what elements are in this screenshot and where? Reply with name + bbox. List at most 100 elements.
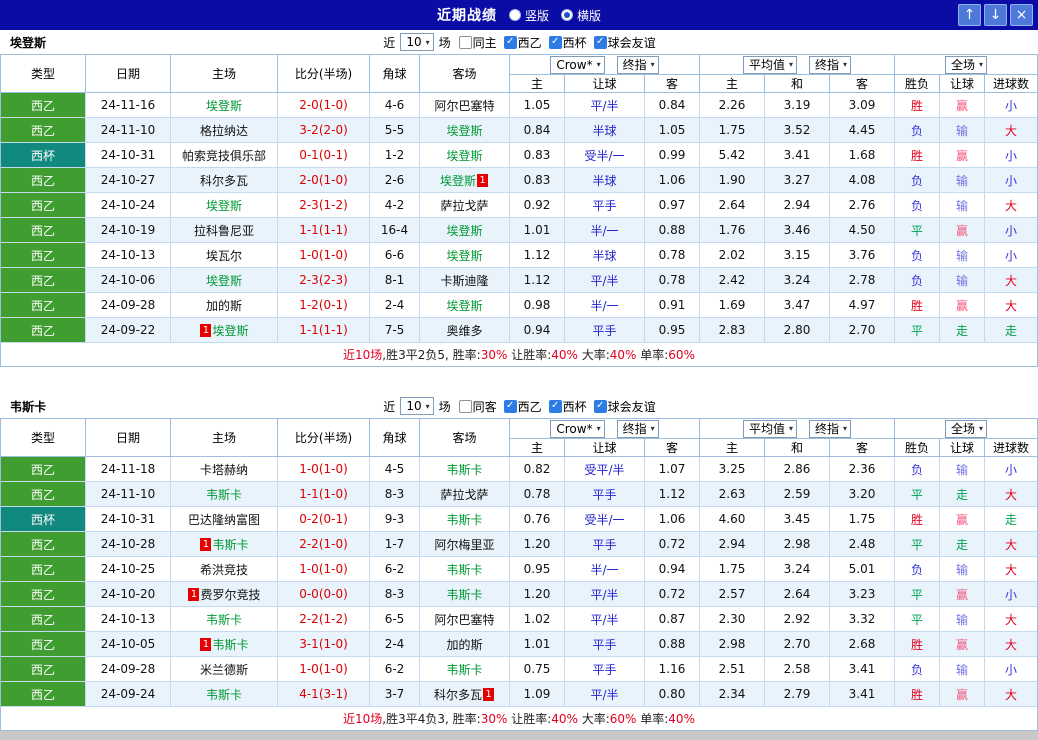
team-name-link[interactable]: 埃登斯	[206, 97, 242, 114]
team-name-link[interactable]: 格拉纳达	[200, 122, 248, 139]
league-filter-checkbox[interactable]: ✓	[503, 399, 517, 413]
league-filter-checkbox[interactable]: ✓	[503, 35, 517, 49]
team-name-link[interactable]: 韦斯卡	[206, 686, 242, 703]
team-name-link[interactable]: 米兰德斯	[200, 661, 248, 678]
team-name-link[interactable]: 韦斯卡	[446, 661, 482, 678]
team-name-link[interactable]: 拉科鲁尼亚	[194, 222, 254, 239]
league-filter-checkbox[interactable]: ✓	[593, 35, 607, 49]
subheader-euro-home: 主	[700, 439, 765, 457]
league-filter-checkbox[interactable]: ✓	[548, 399, 562, 413]
team-name-link[interactable]: 韦斯卡	[212, 536, 248, 553]
team-name-link[interactable]: 卡斯迪隆	[440, 272, 488, 289]
team-name-link[interactable]: 科尔多瓦	[434, 686, 482, 703]
team-name-link[interactable]: 科尔多瓦	[200, 172, 248, 189]
team-name-link[interactable]: 埃登斯	[446, 247, 482, 264]
team-name-link[interactable]: 韦斯卡	[446, 586, 482, 603]
summary-segment: 单率:	[636, 712, 669, 726]
match-date: 24-10-06	[86, 268, 171, 293]
asian-stage-select[interactable]: 终指 ▾	[616, 419, 659, 438]
layout-option-horizontal[interactable]: 横版	[561, 7, 601, 24]
euro-stage-select[interactable]: 终指 ▾	[809, 419, 852, 438]
asian-away-odds: 0.88	[645, 632, 700, 657]
scroll-up-button[interactable]: ↑	[958, 4, 981, 26]
team-name-link[interactable]: 韦斯卡	[446, 461, 482, 478]
team-name-link[interactable]: 韦斯卡	[206, 486, 242, 503]
result-wdl-result: 胜	[895, 507, 940, 532]
asian-away-odds: 0.72	[645, 582, 700, 607]
team-name-link[interactable]: 埃登斯	[446, 147, 482, 164]
team-name-link[interactable]: 韦斯卡	[212, 636, 248, 653]
euro-home-odds: 1.69	[700, 293, 765, 318]
team-name-link[interactable]: 萨拉戈萨	[440, 486, 488, 503]
euro-home-odds: 2.02	[700, 243, 765, 268]
team-name-link[interactable]: 埃登斯	[206, 272, 242, 289]
match-row: 西乙 24-11-10 格拉纳达 3-2(2-0) 5-5 埃登斯 0.84 半球 1.05 1.…	[1, 118, 1037, 143]
match-scope-select[interactable]: 全场 ▾	[944, 55, 988, 74]
team-name-link[interactable]: 阿尔梅里亚	[434, 536, 494, 553]
team-name-link[interactable]: 埃瓦尔	[206, 247, 242, 264]
team-name-link[interactable]: 埃登斯	[446, 297, 482, 314]
euro-stage-select[interactable]: 终指 ▾	[809, 55, 852, 74]
recent-count-select-value: 10	[406, 399, 422, 413]
away-team-cell: 萨拉戈萨	[420, 482, 510, 507]
recent-count-select[interactable]: 10 ▾	[400, 33, 434, 51]
close-button[interactable]: ×	[1010, 4, 1033, 26]
layout-option-vertical[interactable]: 竖版	[508, 7, 549, 24]
corner-count: 6-6	[370, 243, 420, 268]
venue-filter-checkbox[interactable]	[458, 399, 472, 413]
corner-count: 2-6	[370, 168, 420, 193]
scroll-down-button[interactable]: ↓	[984, 4, 1007, 26]
team-name-link[interactable]: 卡塔赫纳	[200, 461, 248, 478]
team-name-link[interactable]: 阿尔巴塞特	[434, 611, 494, 628]
team-name-link[interactable]: 巴达隆纳富图	[188, 511, 260, 528]
team-name-link[interactable]: 埃登斯	[446, 222, 482, 239]
team-name-link[interactable]: 费罗尔竞技	[200, 586, 260, 603]
team-name-link[interactable]: 希洪竞技	[200, 561, 248, 578]
team-name-link[interactable]: 韦斯卡	[206, 611, 242, 628]
match-date: 24-10-20	[86, 582, 171, 607]
team-name-link[interactable]: 韦斯卡	[446, 561, 482, 578]
team-name-link[interactable]: 韦斯卡	[446, 511, 482, 528]
recent-count-select[interactable]: 10 ▾	[400, 397, 434, 415]
team-name-link[interactable]: 阿尔巴塞特	[434, 97, 494, 114]
euro-draw-odds: 3.24	[765, 268, 830, 293]
result-handicap-result: 输	[940, 457, 985, 482]
match-scope-select[interactable]: 全场 ▾	[944, 419, 988, 438]
team-name-link[interactable]: 埃登斯	[440, 172, 476, 189]
euro-source-select[interactable]: 平均值 ▾	[742, 55, 797, 74]
bookmaker-select[interactable]: Crow* ▾	[550, 419, 605, 438]
result-wdl-result: 负	[895, 657, 940, 682]
result-goals-result: 小	[985, 243, 1037, 268]
venue-filter-checkbox[interactable]	[458, 35, 472, 49]
team-name-link[interactable]: 加的斯	[206, 297, 242, 314]
euro-source-select-value: 平均值	[748, 58, 785, 72]
match-score: 3-2(2-0)	[278, 118, 370, 143]
team-name-link[interactable]: 帕索竞技俱乐部	[182, 147, 266, 164]
corner-count: 6-2	[370, 657, 420, 682]
team-name-link[interactable]: 加的斯	[446, 636, 482, 653]
league-filter-checkbox[interactable]: ✓	[548, 35, 562, 49]
result-goals-result: 大	[985, 682, 1037, 707]
euro-source-select[interactable]: 平均值 ▾	[742, 419, 797, 438]
match-score: 4-1(3-1)	[278, 682, 370, 707]
league-type-badge: 西乙	[1, 632, 86, 657]
euro-odds-group-header: 平均值 ▾ 终指 ▾	[700, 55, 895, 75]
team-name-link[interactable]: 埃登斯	[446, 122, 482, 139]
euro-away-odds: 3.41	[830, 682, 895, 707]
asian-home-odds: 0.78	[510, 482, 565, 507]
asian-handicap-odds: 半球	[565, 118, 645, 143]
result-wdl-result: 平	[895, 607, 940, 632]
corner-count: 9-3	[370, 507, 420, 532]
team-name-link[interactable]: 埃登斯	[212, 322, 248, 339]
team-name-link[interactable]: 埃登斯	[206, 197, 242, 214]
asian-home-odds: 0.95	[510, 557, 565, 582]
subheader-euro-away: 客	[830, 75, 895, 93]
asian-stage-select[interactable]: 终指 ▾	[616, 55, 659, 74]
league-type-badge: 西乙	[1, 582, 86, 607]
bookmaker-select[interactable]: Crow* ▾	[550, 55, 605, 74]
league-type-badge: 西乙	[1, 532, 86, 557]
league-filter-checkbox[interactable]: ✓	[593, 399, 607, 413]
team-name-link[interactable]: 奥维多	[446, 322, 482, 339]
team-name-link[interactable]: 萨拉戈萨	[440, 197, 488, 214]
match-date: 24-09-28	[86, 293, 171, 318]
